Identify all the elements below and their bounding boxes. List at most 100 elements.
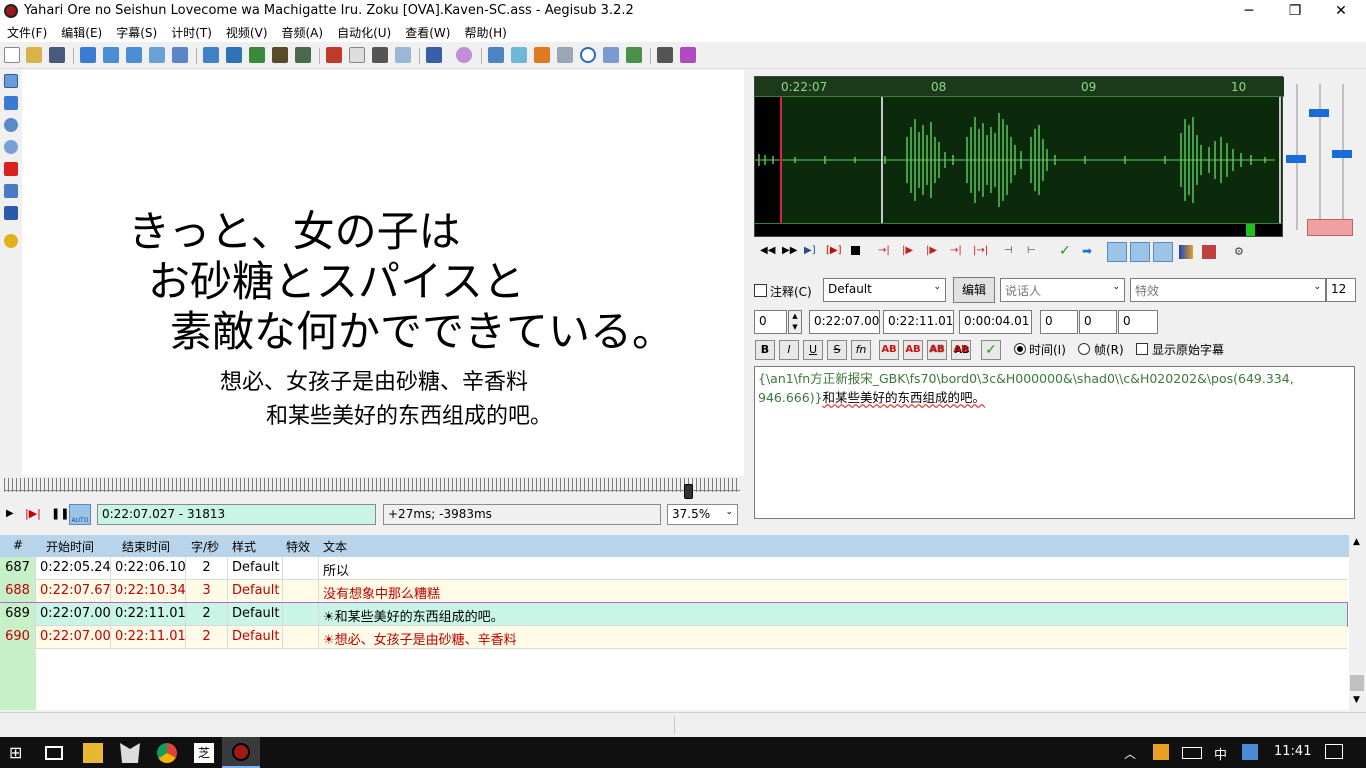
copy-icon[interactable] xyxy=(395,47,411,63)
horizontal-zoom-slider[interactable] xyxy=(1286,155,1306,163)
play-current-line-icon[interactable]: [▶] xyxy=(826,245,842,256)
outline-color-button[interactable]: AB xyxy=(927,340,947,360)
menu-audio[interactable]: 音频(A) xyxy=(275,22,331,42)
play-before-end-icon[interactable]: |▶ xyxy=(926,245,937,256)
zoom-in-icon[interactable] xyxy=(103,47,119,63)
table-row-selected[interactable]: 689 0:22:07.00 0:22:11.01 2 Default ☀和某些… xyxy=(0,602,1348,627)
check-icon[interactable] xyxy=(626,47,642,63)
show-original-checkbox[interactable] xyxy=(1136,343,1148,355)
kanji-timer-icon[interactable] xyxy=(534,47,550,63)
next-line-icon[interactable]: ▶▶ xyxy=(782,245,797,256)
rotate-xy-icon[interactable] xyxy=(4,140,18,154)
header-cps[interactable]: 字/秒 xyxy=(186,535,228,557)
timing-postprocessor-icon[interactable] xyxy=(511,47,527,63)
waveform-scroll-thumb[interactable] xyxy=(1246,224,1255,236)
menu-timing[interactable]: 计时(T) xyxy=(164,22,219,42)
styles-manager-icon[interactable] xyxy=(203,47,219,63)
ime-indicator[interactable]: 中 xyxy=(1214,744,1227,763)
time-radio[interactable] xyxy=(1014,343,1026,355)
shift-times-icon[interactable] xyxy=(488,47,504,63)
auto-commit-toggle[interactable] xyxy=(1107,242,1127,262)
play-selection-icon[interactable]: ▶] xyxy=(804,245,816,256)
save-icon[interactable] xyxy=(49,47,65,63)
app-fox-icon[interactable] xyxy=(120,743,140,763)
volume-slider[interactable] xyxy=(1332,150,1352,158)
menu-subtitle[interactable]: 字幕(S) xyxy=(109,22,164,42)
properties-icon[interactable] xyxy=(149,47,165,63)
pen-icon[interactable] xyxy=(372,47,388,63)
scroll-up-icon[interactable]: ▲ xyxy=(1353,537,1360,547)
spellcheck-icon[interactable] xyxy=(326,47,342,63)
play-icon[interactable]: ▶ xyxy=(6,508,14,519)
comment-checkbox[interactable] xyxy=(754,284,767,297)
translation-icon[interactable] xyxy=(249,47,265,63)
video-display[interactable]: きっと、女の子は お砂糖とスパイスと 素敵な何かでできている。 想必、女孩子是由… xyxy=(22,70,744,476)
waveform-scrollbar[interactable] xyxy=(755,223,1282,236)
drag-tool-icon[interactable] xyxy=(4,96,18,110)
clip-icon[interactable] xyxy=(4,184,18,198)
seek-handle[interactable] xyxy=(684,484,693,499)
menu-automation[interactable]: 自动化(U) xyxy=(330,22,398,42)
resample-icon[interactable] xyxy=(603,47,619,63)
close-button[interactable]: ✕ xyxy=(1318,0,1364,22)
primary-color-button[interactable]: AB xyxy=(879,340,899,360)
link-zoom-toggle[interactable] xyxy=(1307,219,1353,236)
frame-radio[interactable] xyxy=(1078,343,1090,355)
header-end-time[interactable]: 结束时间 xyxy=(111,535,186,557)
grid-icon[interactable] xyxy=(295,47,311,63)
audio-waveform[interactable]: 0:22:07 08 09 10 xyxy=(754,76,1284,237)
selection-end-marker[interactable] xyxy=(1279,97,1281,223)
app-text-icon[interactable]: 芝 xyxy=(194,743,214,763)
maximize-button[interactable]: ❐ xyxy=(1272,0,1318,22)
play-line-icon[interactable]: |▶| xyxy=(25,507,41,520)
standard-tool-icon[interactable] xyxy=(4,74,18,88)
clock-icon[interactable] xyxy=(580,47,596,63)
font-button[interactable]: fn xyxy=(851,340,871,360)
play-after-end-icon[interactable]: →| xyxy=(950,245,962,256)
auto-scroll-toggle[interactable]: AUTO xyxy=(69,504,91,525)
layer-field[interactable]: 0 xyxy=(754,310,787,334)
menu-edit[interactable]: 编辑(E) xyxy=(54,22,109,42)
stop-icon[interactable] xyxy=(557,47,573,63)
auto-scroll-audio-toggle[interactable] xyxy=(1153,242,1173,262)
automation-icon[interactable] xyxy=(426,47,442,63)
header-effect[interactable]: 特效 xyxy=(283,535,319,557)
scroll-thumb[interactable] xyxy=(1350,675,1364,691)
header-text[interactable]: 文本 xyxy=(319,535,1350,557)
keyboard-icon[interactable] xyxy=(1182,747,1202,759)
table-row[interactable]: 688 0:22:07.67 0:22:10.34 3 Default 没有想象… xyxy=(0,580,1347,603)
file-explorer-icon[interactable] xyxy=(83,743,103,763)
character-icon[interactable] xyxy=(456,47,472,63)
effect-select[interactable]: 特效 ⌄ xyxy=(1130,278,1326,302)
header-start-time[interactable]: 开始时间 xyxy=(36,535,111,557)
tag-icon[interactable] xyxy=(680,47,696,63)
margin-vertical-field[interactable]: 0 xyxy=(1118,310,1158,334)
auto-next-toggle[interactable] xyxy=(1130,242,1150,262)
commit-edit-icon[interactable]: ✓ xyxy=(981,340,1001,360)
minimize-button[interactable]: ─ xyxy=(1226,0,1272,22)
attachments-icon[interactable] xyxy=(172,47,188,63)
clock[interactable]: 11:41 xyxy=(1274,744,1311,759)
table-row[interactable]: 690 0:22:07.00 0:22:11.01 2 Default ☀想必、… xyxy=(0,626,1347,649)
menu-video[interactable]: 视频(V) xyxy=(219,22,275,42)
scroll-down-icon[interactable]: ▼ xyxy=(1353,695,1360,705)
header-number[interactable]: # xyxy=(0,535,36,557)
open-folder-icon[interactable] xyxy=(26,47,42,63)
strikeout-button[interactable]: S xyxy=(827,340,847,360)
aegisub-taskbar-button[interactable] xyxy=(222,737,260,768)
network-icon[interactable] xyxy=(1242,744,1258,760)
rotate-z-icon[interactable] xyxy=(4,118,18,132)
actor-select[interactable]: 说话人 ⌄ xyxy=(1000,278,1125,302)
lead-in-icon[interactable]: ⊣ xyxy=(1004,245,1013,256)
windows-start-icon[interactable]: ⊞ xyxy=(9,743,29,763)
duration-field[interactable]: 0:00:04.01 xyxy=(959,310,1032,334)
video-seek-bar[interactable] xyxy=(4,478,740,492)
video-timecode[interactable]: 0:22:07.027 - 31813 xyxy=(97,504,376,525)
notes-icon[interactable] xyxy=(349,47,365,63)
underline-button[interactable]: U xyxy=(803,340,823,360)
spectrum-icon[interactable] xyxy=(1179,245,1193,259)
italic-button[interactable]: I xyxy=(779,340,799,360)
jump-to-icon[interactable] xyxy=(80,47,96,63)
stop-audio-icon[interactable] xyxy=(851,246,860,255)
selection-start-marker[interactable] xyxy=(780,97,782,223)
